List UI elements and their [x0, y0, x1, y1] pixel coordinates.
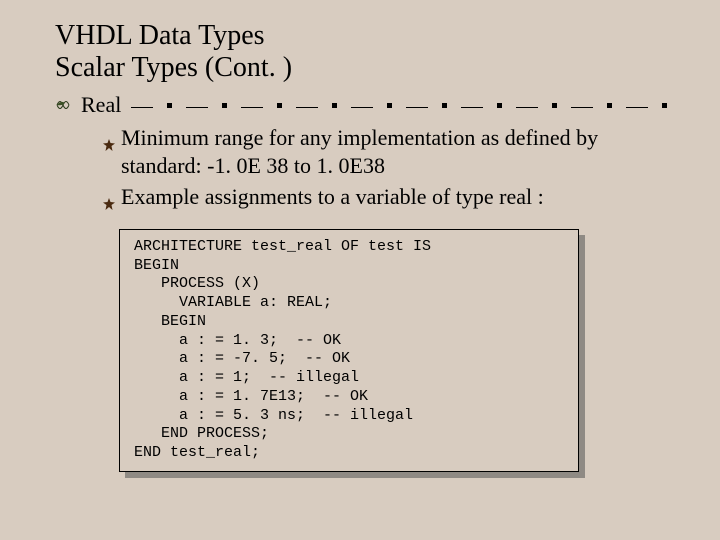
- level1-row: Real: [55, 92, 670, 118]
- code-content: ARCHITECTURE test_real OF test IS BEGIN …: [119, 229, 579, 472]
- list-item: Minimum range for any implementation as …: [103, 124, 670, 179]
- level1-label: Real: [81, 92, 121, 118]
- bullet-text: Example assignments to a variable of typ…: [121, 183, 670, 217]
- leaf-bullet-icon: [55, 98, 71, 112]
- title-line-2: Scalar Types (Cont. ): [55, 52, 292, 83]
- list-item: Example assignments to a variable of typ…: [103, 183, 670, 217]
- title-line-1: VHDL Data Types: [55, 20, 265, 51]
- body-list: Minimum range for any implementation as …: [103, 124, 670, 217]
- bullet-text: Minimum range for any implementation as …: [121, 124, 670, 179]
- page-title: VHDL Data Types Scalar Types (Cont. ): [55, 20, 670, 84]
- star-bullet-icon: [103, 183, 121, 217]
- slide: VHDL Data Types Scalar Types (Cont. ) Re…: [0, 0, 720, 492]
- star-bullet-icon: [103, 124, 121, 179]
- decorative-divider: [131, 98, 670, 112]
- code-box: ARCHITECTURE test_real OF test IS BEGIN …: [119, 229, 579, 472]
